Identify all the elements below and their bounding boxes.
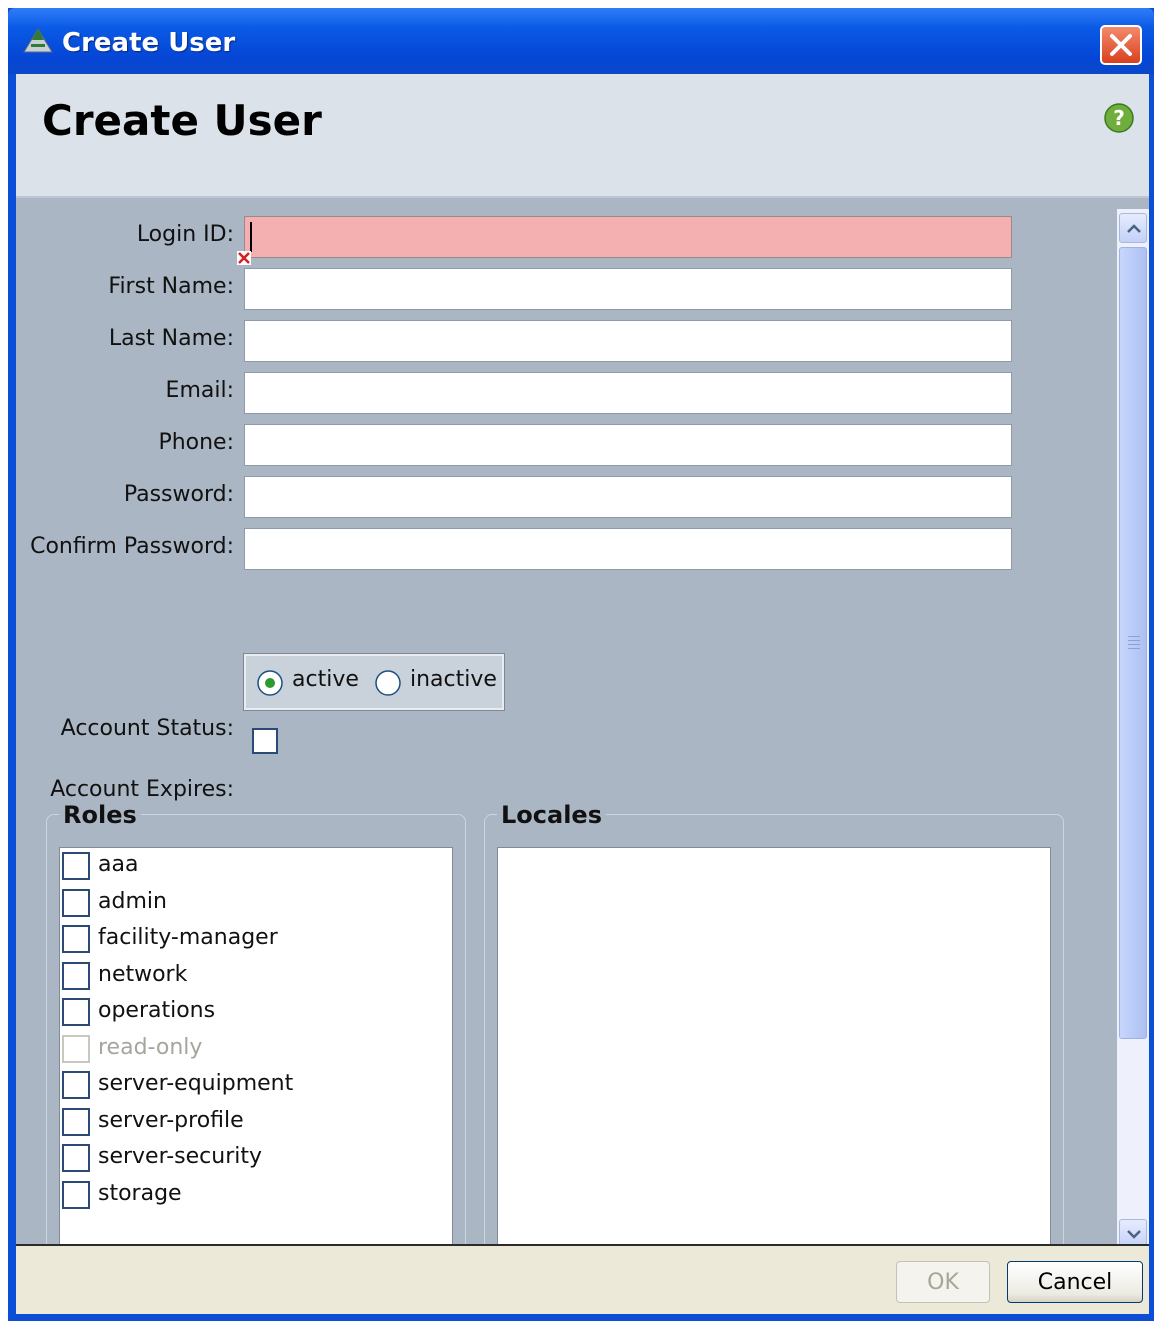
role-checkbox[interactable] bbox=[62, 962, 90, 990]
role-checkbox[interactable] bbox=[62, 1181, 90, 1209]
list-item[interactable]: admin bbox=[62, 885, 442, 919]
login-id-input[interactable] bbox=[244, 216, 1012, 258]
role-checkbox[interactable] bbox=[62, 1144, 90, 1172]
email-label: Email: bbox=[165, 378, 234, 403]
role-checkbox-disabled bbox=[62, 1035, 90, 1063]
dialog-body: Create User ? Login ID: First Name: Last… bbox=[16, 74, 1149, 1314]
svg-text:?: ? bbox=[1113, 106, 1125, 130]
radio-active[interactable] bbox=[256, 669, 284, 701]
radio-inactive-label[interactable]: inactive bbox=[410, 667, 497, 692]
close-icon bbox=[1110, 34, 1132, 56]
account-status-label: Account Status: bbox=[60, 716, 234, 741]
app-icon bbox=[22, 28, 54, 58]
title-bar[interactable]: Create User bbox=[8, 8, 1154, 74]
vertical-scrollbar[interactable] bbox=[1117, 209, 1149, 1254]
role-label: admin bbox=[98, 889, 167, 914]
first-name-row: First Name: bbox=[16, 268, 1016, 310]
roles-group: Roles aaa admin facility-manager network… bbox=[46, 801, 466, 1244]
page-title: Create User bbox=[42, 96, 322, 145]
list-item[interactable]: server-equipment bbox=[62, 1067, 442, 1101]
role-checkbox[interactable] bbox=[62, 1071, 90, 1099]
scroll-thumb[interactable] bbox=[1119, 247, 1147, 1039]
list-item[interactable]: facility-manager bbox=[62, 921, 442, 955]
last-name-label: Last Name: bbox=[108, 326, 234, 351]
radio-active-label[interactable]: active bbox=[292, 667, 359, 692]
form-area: Login ID: First Name: Last Name: Email: … bbox=[16, 198, 1116, 1244]
scroll-up-button[interactable] bbox=[1119, 213, 1147, 243]
role-label: read-only bbox=[98, 1035, 203, 1060]
role-checkbox[interactable] bbox=[62, 925, 90, 953]
list-item[interactable]: network bbox=[62, 958, 442, 992]
help-icon[interactable]: ? bbox=[1103, 102, 1135, 138]
locales-group: Locales bbox=[484, 801, 1064, 1244]
ok-button[interactable]: OK bbox=[896, 1261, 990, 1303]
role-label: server-security bbox=[98, 1144, 263, 1169]
confirm-password-label: Confirm Password: bbox=[30, 534, 234, 559]
list-item[interactable]: aaa bbox=[62, 848, 442, 882]
locales-list[interactable] bbox=[497, 847, 1051, 1244]
phone-input[interactable] bbox=[244, 424, 1012, 466]
role-label: network bbox=[98, 962, 188, 987]
dialog-window: Create User Create User ? Login ID: Firs… bbox=[8, 8, 1154, 1321]
chevron-up-icon bbox=[1127, 224, 1141, 233]
account-status-group: active inactive bbox=[243, 653, 505, 711]
close-button[interactable] bbox=[1100, 25, 1142, 65]
list-item[interactable]: server-security bbox=[62, 1140, 442, 1174]
confirm-password-row: Confirm Password: bbox=[16, 528, 1016, 570]
role-checkbox[interactable] bbox=[62, 852, 90, 880]
login-id-row: Login ID: bbox=[16, 216, 1016, 265]
first-name-input[interactable] bbox=[244, 268, 1012, 310]
email-input[interactable] bbox=[244, 372, 1012, 414]
role-label: aaa bbox=[98, 852, 139, 877]
window-title: Create User bbox=[62, 28, 236, 58]
phone-row: Phone: bbox=[16, 424, 1016, 466]
email-row: Email: bbox=[16, 372, 1016, 414]
role-checkbox[interactable] bbox=[62, 1108, 90, 1136]
last-name-input[interactable] bbox=[244, 320, 1012, 362]
role-label: operations bbox=[98, 998, 216, 1023]
list-item[interactable]: operations bbox=[62, 994, 442, 1028]
list-item[interactable]: server-profile bbox=[62, 1104, 442, 1138]
login-id-label: Login ID: bbox=[136, 222, 234, 247]
password-label: Password: bbox=[123, 482, 234, 507]
role-checkbox[interactable] bbox=[62, 889, 90, 917]
account-expires-label: Account Expires: bbox=[50, 777, 234, 802]
account-status-row: Account Status: bbox=[16, 710, 1016, 752]
confirm-password-input[interactable] bbox=[244, 528, 1012, 570]
dialog-header: Create User ? bbox=[16, 74, 1149, 198]
list-item: read-only bbox=[62, 1031, 442, 1065]
role-checkbox[interactable] bbox=[62, 998, 90, 1026]
password-row: Password: bbox=[16, 476, 1016, 518]
dialog-footer: OK Cancel bbox=[16, 1244, 1149, 1314]
role-label: storage bbox=[98, 1181, 182, 1206]
phone-label: Phone: bbox=[158, 430, 234, 455]
first-name-label: First Name: bbox=[108, 274, 234, 299]
locales-title: Locales bbox=[497, 801, 606, 829]
password-input[interactable] bbox=[244, 476, 1012, 518]
last-name-row: Last Name: bbox=[16, 320, 1016, 362]
cancel-button[interactable]: Cancel bbox=[1007, 1261, 1143, 1303]
role-label: server-equipment bbox=[98, 1071, 294, 1096]
role-label: server-profile bbox=[98, 1108, 244, 1133]
role-label: facility-manager bbox=[98, 925, 278, 950]
account-expires-checkbox[interactable] bbox=[252, 728, 278, 754]
radio-inactive[interactable] bbox=[374, 669, 402, 701]
roles-title: Roles bbox=[59, 801, 141, 829]
roles-list[interactable]: aaa admin facility-manager network opera… bbox=[59, 847, 453, 1244]
list-item[interactable]: storage bbox=[62, 1177, 442, 1211]
chevron-down-icon bbox=[1127, 1230, 1141, 1239]
